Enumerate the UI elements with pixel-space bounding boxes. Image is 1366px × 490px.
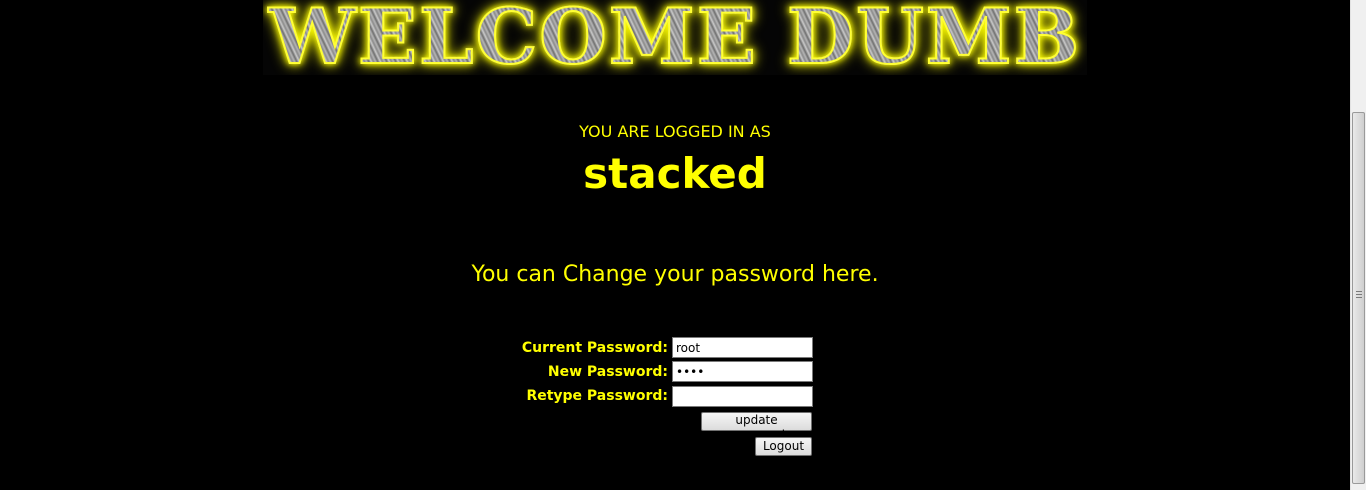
logout-button[interactable]: Logout bbox=[755, 437, 812, 456]
welcome-banner: WELCOME DUMB bbox=[263, 0, 1087, 75]
username: stacked bbox=[583, 149, 767, 198]
new-password-input[interactable] bbox=[672, 361, 813, 382]
scrollbar-thumb[interactable] bbox=[1352, 112, 1365, 484]
update-password-button[interactable]: update password bbox=[701, 412, 812, 442]
logged-in-label: YOU ARE LOGGED IN AS bbox=[579, 122, 771, 141]
retype-password-input[interactable] bbox=[672, 386, 813, 407]
current-password-label: Current Password: bbox=[521, 340, 668, 356]
change-password-heading: You can Change your password here. bbox=[471, 262, 879, 287]
current-password-input[interactable] bbox=[672, 337, 813, 358]
retype-password-label: Retype Password: bbox=[526, 388, 668, 404]
vertical-scrollbar[interactable] bbox=[1350, 0, 1366, 490]
banner-title: WELCOME DUMB bbox=[263, 0, 1087, 75]
grip-icon bbox=[1356, 291, 1362, 299]
page: WELCOME DUMB YOU ARE LOGGED IN AS stacke… bbox=[0, 0, 1366, 490]
new-password-label: New Password: bbox=[547, 364, 668, 380]
